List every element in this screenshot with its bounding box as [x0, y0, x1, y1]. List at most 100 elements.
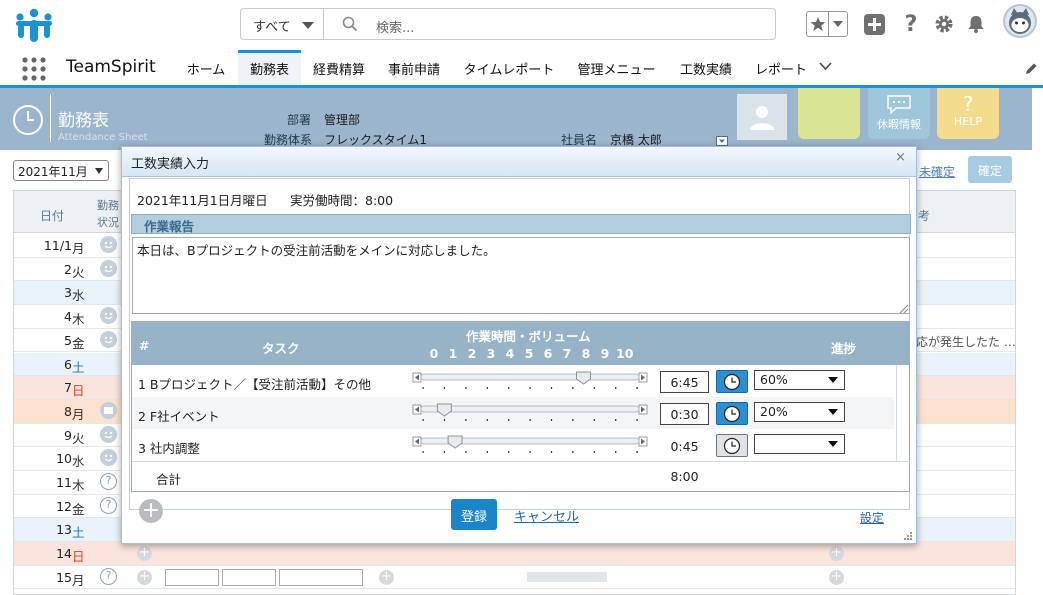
task-time-input[interactable]: 0:30 [660, 403, 709, 425]
time-input[interactable] [222, 568, 276, 586]
search-scope-label: すべて [253, 20, 291, 35]
register-button[interactable]: 登録 [451, 499, 497, 530]
table-row: 15 月? + + + [14, 565, 1015, 590]
global-add-icon[interactable] [863, 11, 885, 37]
confirm-button[interactable]: 確定 [968, 156, 1012, 183]
tab-report[interactable]: レポート [745, 50, 817, 85]
task-name: 3 社内調整 [138, 441, 200, 456]
unknown-status-icon[interactable]: ? [100, 567, 117, 585]
tab-timesheet[interactable]: 勤務表 [238, 50, 301, 85]
leave-status-icon[interactable] [100, 401, 117, 419]
scale-tick-label: 2 [467, 346, 477, 361]
add-entry-icon[interactable]: + [829, 546, 844, 562]
tab-admin-menu[interactable]: 管理メニュー [566, 50, 667, 85]
speech-bubble-icon [887, 95, 911, 114]
global-search-input[interactable]: 検索... [323, 8, 776, 40]
star-icon[interactable] [807, 12, 829, 36]
worked-status-icon[interactable] [100, 449, 117, 467]
gear-icon[interactable] [933, 11, 955, 37]
time-input[interactable] [279, 568, 363, 586]
timer-clock-icon[interactable] [716, 402, 748, 425]
progress-select[interactable]: 60% [754, 370, 845, 390]
question-mark-icon: ? [962, 92, 974, 116]
app-launcher-icon[interactable] [22, 57, 46, 81]
add-entry-icon[interactable]: + [137, 546, 152, 562]
dialog-title: 工数実績入力 [131, 157, 210, 172]
row-day: 10 [56, 451, 72, 467]
work-date: 2021年11月1日月曜日 [137, 193, 268, 208]
app-navigation-bar: TeamSpirit ホーム 勤務表 経費精算 事前申請 タイムレポート 管理メ… [0, 50, 1043, 88]
row-day: 12 [56, 498, 72, 514]
task-list-scrollbar[interactable] [896, 365, 910, 461]
row-day: 2 [64, 261, 72, 277]
tab-time-report[interactable]: タイムレポート [452, 50, 566, 85]
row-day: 11 [56, 475, 72, 490]
tab-pre-application[interactable]: 事前申請 [376, 50, 452, 85]
unconfirmed-link[interactable]: 未確定 [919, 163, 955, 180]
worked-status-icon[interactable] [100, 425, 117, 443]
help-icon[interactable]: ? [901, 11, 921, 37]
scale-tick-label: 5 [524, 346, 534, 361]
add-entry-icon[interactable]: + [137, 569, 152, 585]
chevron-down-icon [302, 22, 314, 29]
close-icon[interactable]: × [895, 150, 906, 165]
bell-icon[interactable] [965, 11, 987, 37]
teamspirit-logo-icon[interactable] [14, 8, 54, 42]
add-entry-icon[interactable]: + [829, 569, 844, 585]
row-day: 5 [64, 332, 72, 348]
report-textarea[interactable]: 本日は、Bプロジェクトの受注前活動をメインに対応しました。 [132, 237, 910, 314]
worked-status-icon[interactable] [100, 259, 117, 277]
tab-expense[interactable]: 経費精算 [302, 50, 376, 85]
dialog-resize-grip-icon[interactable] [903, 531, 913, 541]
row-weekday: 月 [72, 241, 85, 256]
task-time-input[interactable]: 6:45 [660, 371, 709, 393]
edit-pencil-icon[interactable] [1025, 62, 1038, 75]
worked-status-icon[interactable] [100, 236, 117, 253]
row-day: 11/1 [43, 238, 72, 253]
volume-slider[interactable] [411, 400, 649, 426]
scale-tick-label: 8 [581, 346, 591, 361]
status-tile-button[interactable] [798, 88, 860, 139]
tab-home[interactable]: ホーム [175, 50, 237, 85]
time-bar [527, 571, 607, 582]
chevron-down-icon [828, 377, 838, 383]
favorites-button[interactable] [806, 11, 848, 37]
unknown-status-icon[interactable]: ? [100, 496, 117, 514]
table-row: 14 日 + + [14, 542, 1015, 566]
row-weekday: 火 [72, 264, 85, 280]
chevron-down-icon[interactable] [829, 20, 847, 28]
tab-work-results[interactable]: 工数実績 [667, 50, 745, 85]
timer-clock-icon[interactable] [716, 434, 748, 457]
scale-tick-label: 6 [543, 346, 553, 361]
chevron-down-icon [95, 168, 103, 174]
dialog-titlebar: 工数実績入力 × [122, 147, 916, 177]
settings-link[interactable]: 設定 [860, 509, 884, 526]
volume-slider[interactable] [411, 368, 649, 394]
progress-value: 20% [760, 404, 788, 419]
leave-info-button[interactable]: 休暇情報 [868, 88, 930, 139]
month-select[interactable]: 2021年11月 [13, 160, 109, 181]
page-title: 勤務表 [58, 111, 109, 131]
more-tabs-chevron-icon[interactable] [819, 62, 832, 71]
help-button[interactable]: ? HELP [937, 88, 999, 139]
chevron-down-icon [828, 441, 838, 447]
task-column-header: タスク [262, 341, 300, 356]
progress-select[interactable]: 20% [754, 402, 845, 422]
add-entry-icon[interactable]: + [379, 569, 394, 585]
unknown-status-icon[interactable]: ? [100, 473, 117, 490]
row-weekday: 木 [72, 478, 85, 493]
worked-status-icon[interactable] [100, 307, 117, 325]
resize-handle-icon[interactable] [898, 303, 908, 313]
cancel-link[interactable]: キャンセル [514, 506, 579, 525]
user-avatar[interactable] [1003, 4, 1037, 38]
progress-select[interactable] [754, 434, 845, 454]
timer-clock-icon[interactable] [716, 370, 748, 393]
add-task-button[interactable]: + [139, 499, 163, 523]
volume-slider[interactable] [411, 432, 649, 458]
worked-status-icon[interactable] [100, 330, 117, 348]
search-scope-select[interactable]: すべて [240, 8, 324, 40]
chevron-down-icon [828, 409, 838, 415]
row-weekday: 火 [72, 430, 85, 446]
time-input[interactable] [165, 568, 219, 586]
employee-dropdown-icon[interactable] [716, 136, 728, 146]
